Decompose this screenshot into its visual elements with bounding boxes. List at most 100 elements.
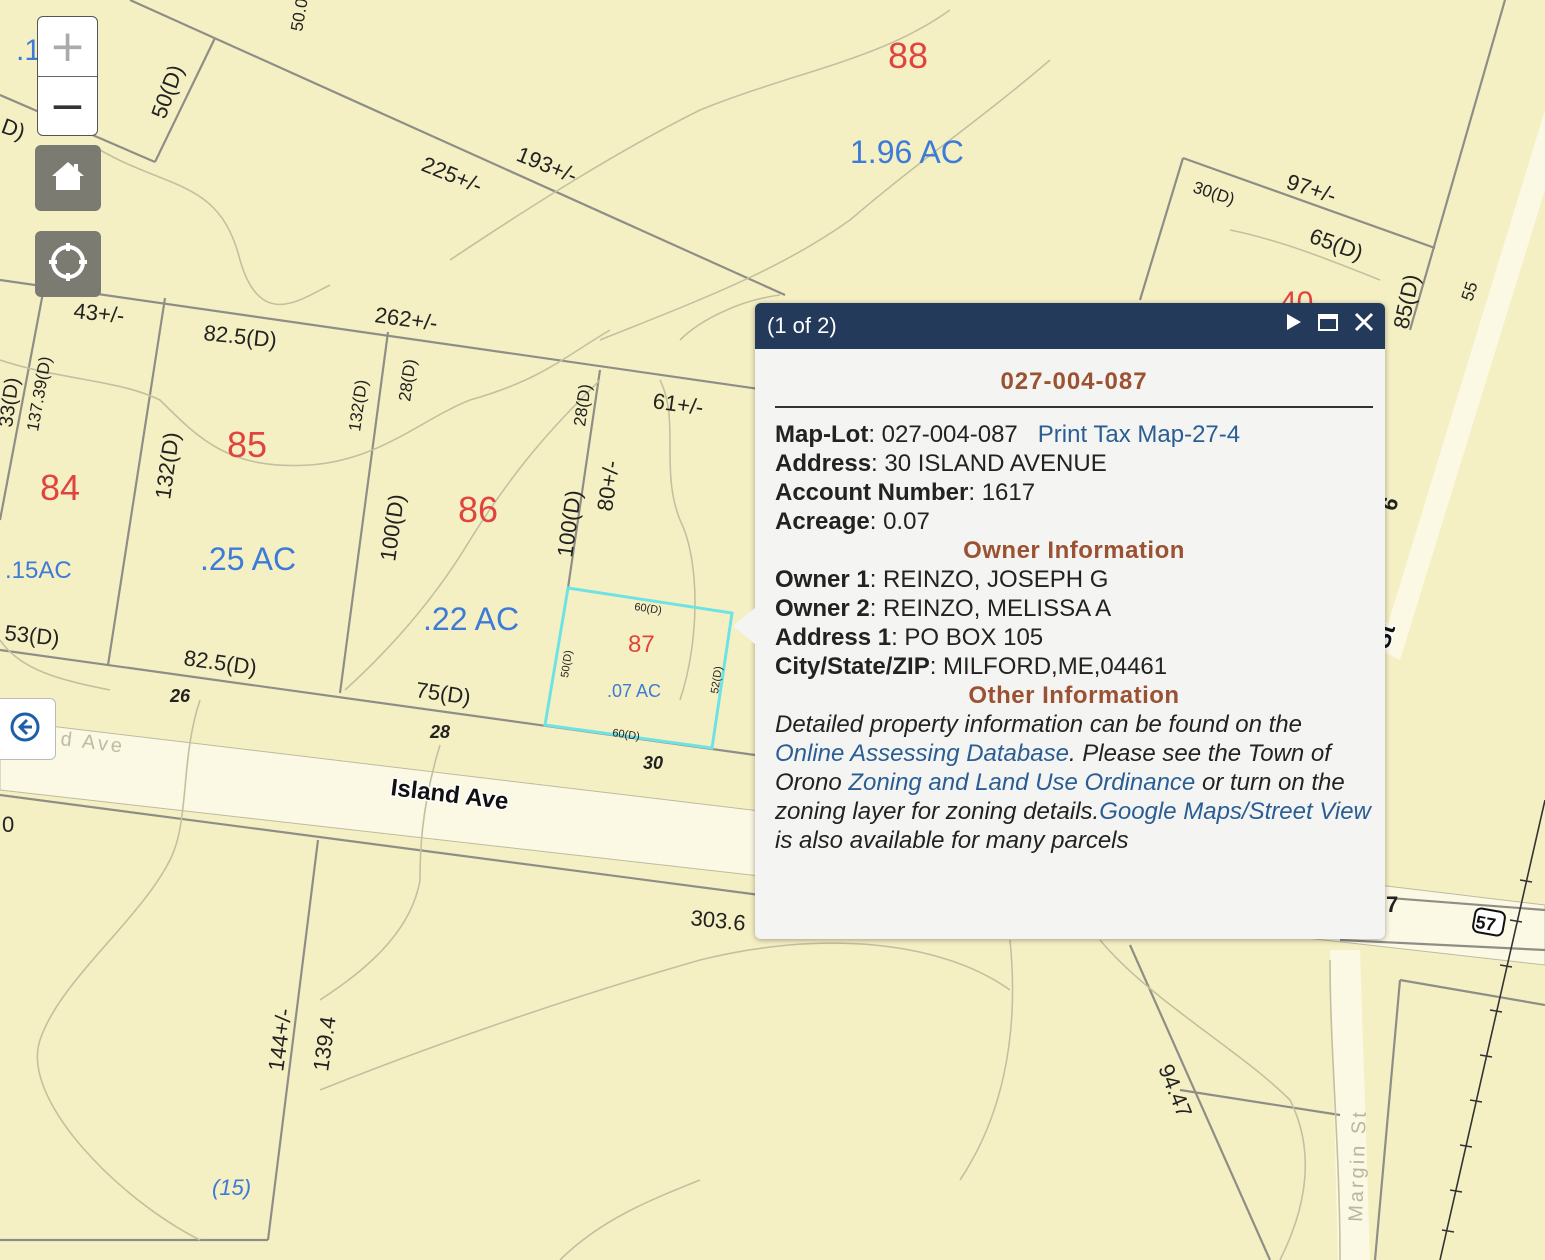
info-text: is also available for many parcels bbox=[775, 827, 1129, 854]
maximize-icon bbox=[1318, 314, 1338, 331]
acreage-label: 1.96 AC bbox=[850, 134, 964, 170]
dimension-label: 60(D) bbox=[612, 727, 641, 743]
field-label: Owner 2 bbox=[775, 595, 870, 622]
dimension-label: 0 bbox=[2, 812, 14, 837]
zoom-out-button[interactable]: − bbox=[38, 77, 97, 135]
dimension-label: 262+/- bbox=[373, 302, 439, 336]
field-value: 1617 bbox=[981, 479, 1036, 506]
dimension-label: 28(D) bbox=[570, 383, 595, 428]
zoning-ordinance-link[interactable]: Zoning and Land Use Ordinance bbox=[848, 769, 1195, 796]
parcel-number: 87 bbox=[628, 631, 655, 658]
home-button[interactable] bbox=[35, 145, 101, 211]
arrow-left-icon bbox=[10, 712, 40, 747]
city-row: City/State/ZIP: MILFORD,ME,04461 bbox=[775, 653, 1168, 680]
zoom-in-button[interactable]: + bbox=[38, 17, 97, 77]
dimension-label: 30(D) bbox=[1191, 178, 1237, 209]
dimension-label: 53(D) bbox=[3, 620, 60, 651]
dimension-label: 55 bbox=[1458, 279, 1482, 303]
dimension-label: 65(D) bbox=[1306, 223, 1366, 265]
dimension-label: 225+/- bbox=[418, 151, 486, 198]
acreage-label: .07 AC bbox=[607, 681, 661, 701]
owner2-row: Owner 2: REINZO, MELISSA A bbox=[775, 595, 1112, 622]
play-icon bbox=[1287, 314, 1301, 330]
dimension-label: 193+/- bbox=[513, 141, 581, 188]
assessing-database-link[interactable]: Online Assessing Database bbox=[775, 740, 1069, 767]
dimension-label: 75(D) bbox=[414, 677, 472, 709]
field-value: 027-004-087 bbox=[881, 421, 1018, 448]
address1-row: Address 1: PO BOX 105 bbox=[775, 624, 1044, 651]
acreage-label: .22 AC bbox=[423, 601, 519, 637]
google-maps-link[interactable]: Google Maps/Street View bbox=[1099, 798, 1371, 825]
railroad bbox=[1439, 799, 1545, 1260]
owner1-row: Owner 1: REINZO, JOSEPH G bbox=[775, 566, 1109, 593]
field-label: Owner 1 bbox=[775, 566, 870, 593]
popup-pointer bbox=[733, 608, 755, 644]
zoom-control: + − bbox=[37, 16, 98, 136]
next-feature-button[interactable] bbox=[1285, 312, 1303, 332]
other-info-text: Detailed property information can be fou… bbox=[775, 710, 1373, 855]
dimension-label: 303.6 bbox=[689, 905, 746, 936]
parcel-number: 86 bbox=[458, 489, 498, 530]
dimension-label: 100(D) bbox=[552, 489, 586, 559]
field-value: REINZO, JOSEPH G bbox=[883, 566, 1109, 593]
field-label: Acreage bbox=[775, 508, 870, 535]
field-label: Address bbox=[775, 450, 872, 477]
locate-button[interactable] bbox=[35, 231, 101, 297]
field-value: 0.07 bbox=[883, 508, 930, 535]
dimension-label: 60(D) bbox=[634, 601, 663, 617]
dimension-label: 85(D) bbox=[1388, 272, 1424, 331]
popup-title: 027-004-087 bbox=[775, 367, 1373, 408]
dimension-label: 28(D) bbox=[395, 358, 420, 403]
home-icon bbox=[48, 156, 88, 201]
dimension-label: D) bbox=[0, 113, 29, 144]
dimension-label: 43+/- bbox=[72, 298, 125, 328]
field-value: PO BOX 105 bbox=[904, 624, 1044, 651]
dimension-label: 97+/- bbox=[1283, 169, 1339, 208]
account-row: Account Number: 1617 bbox=[775, 479, 1036, 506]
info-popup: (1 of 2) 027-004-087 Map-Lot: 027-004-08… bbox=[733, 303, 1385, 939]
dimension-label: 82.5(D) bbox=[182, 645, 258, 680]
route-shield: 57 bbox=[1472, 907, 1506, 937]
dimension-label: 50(D) bbox=[146, 61, 188, 121]
field-label: Address 1 bbox=[775, 624, 892, 651]
dimension-label: 50(D) bbox=[559, 649, 575, 678]
acreage-label: (15) bbox=[212, 1175, 251, 1200]
collapse-panel-button[interactable] bbox=[0, 698, 56, 760]
close-button[interactable] bbox=[1353, 311, 1375, 333]
dimension-label: 52(D) bbox=[709, 665, 725, 694]
dimension-label: 33(D) bbox=[0, 376, 24, 429]
field-value: MILFORD,ME,04461 bbox=[943, 653, 1168, 680]
parcel-number: 84 bbox=[40, 467, 80, 508]
acreage-label: .25 AC bbox=[200, 541, 296, 577]
info-text: Detailed property information can be fou… bbox=[775, 711, 1303, 738]
close-icon bbox=[1354, 312, 1374, 332]
dimension-label: 82.5(D) bbox=[202, 320, 278, 353]
popup-counter: (1 of 2) bbox=[767, 313, 837, 338]
other-heading: Other Information bbox=[968, 682, 1180, 709]
dimension-label: 50.0 bbox=[287, 0, 311, 33]
locate-icon bbox=[47, 241, 89, 288]
print-tax-map-link[interactable]: Print Tax Map-27-4 bbox=[1038, 421, 1240, 448]
map-lot-row: Map-Lot: 027-004-087 Print Tax Map-27-4 bbox=[775, 421, 1241, 448]
field-value: REINZO, MELISSA A bbox=[883, 595, 1112, 622]
dimension-label: 132(D) bbox=[150, 431, 184, 501]
owner-heading: Owner Information bbox=[963, 537, 1185, 564]
dimension-label: 132(D) bbox=[345, 378, 371, 432]
dimension-label: 80+/- bbox=[592, 459, 624, 513]
field-label: City/State/ZIP bbox=[775, 653, 930, 680]
house-number: 30 bbox=[643, 753, 663, 773]
maximize-button[interactable] bbox=[1317, 312, 1339, 332]
house-number: 26 bbox=[169, 686, 191, 706]
dimension-label: 100(D) bbox=[375, 493, 409, 563]
house-number: 28 bbox=[429, 722, 450, 742]
address-row: Address: 30 ISLAND AVENUE bbox=[775, 450, 1107, 477]
field-value: 30 ISLAND AVENUE bbox=[884, 450, 1107, 477]
popup-header: (1 of 2) bbox=[755, 303, 1385, 349]
field-label: Map-Lot bbox=[775, 421, 869, 448]
dimension-label: 144+/- bbox=[263, 1007, 297, 1073]
dimension-label: 139.4 bbox=[308, 1015, 340, 1073]
house-number: 57 bbox=[1474, 912, 1497, 935]
acreage-label: .15AC bbox=[5, 557, 72, 584]
parcel-number: 85 bbox=[227, 424, 267, 465]
dimension-label: 61+/- bbox=[651, 388, 705, 420]
